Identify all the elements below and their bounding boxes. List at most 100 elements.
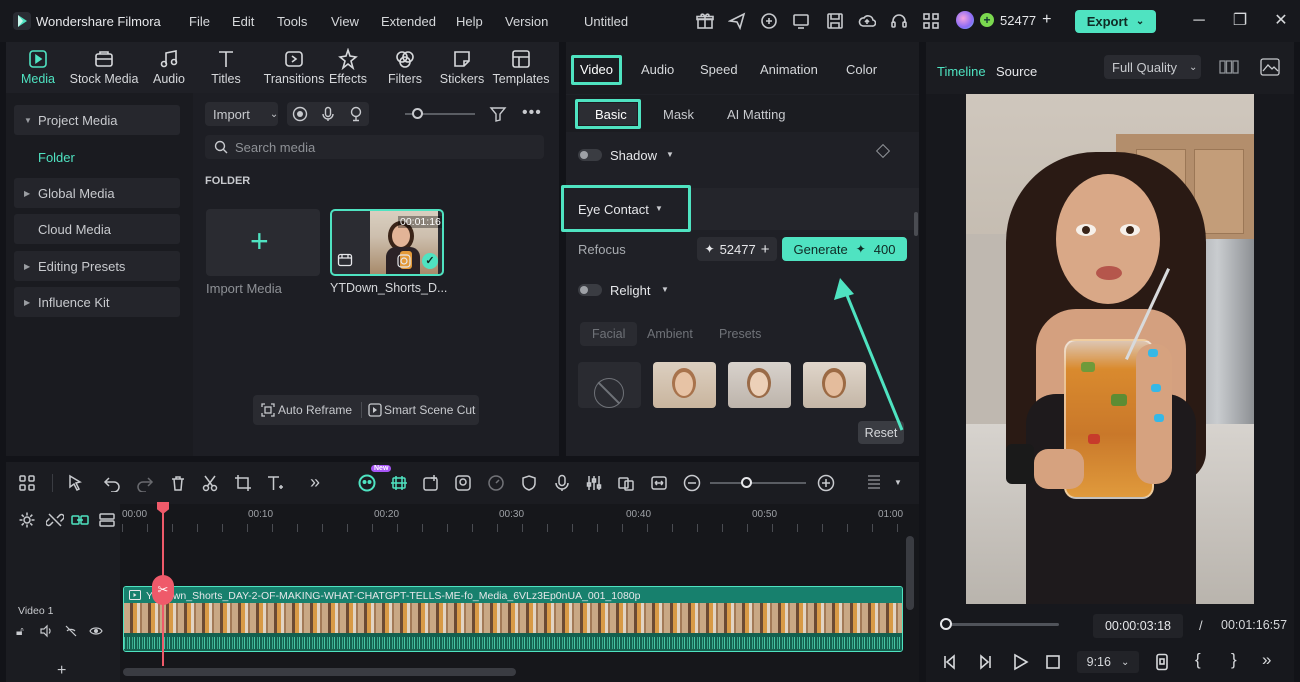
- subtab-ai-matting[interactable]: AI Matting: [727, 107, 786, 122]
- headset-icon[interactable]: [890, 12, 908, 30]
- tab-templates[interactable]: Templates: [484, 46, 558, 86]
- cloud-upload-icon[interactable]: [858, 12, 877, 30]
- scissors-icon[interactable]: ✂: [152, 575, 174, 605]
- add-track-icon[interactable]: +: [57, 662, 66, 680]
- search-media-input[interactable]: Search media: [205, 135, 544, 159]
- relight-chip-ambient[interactable]: Ambient: [635, 322, 705, 346]
- previous-frame-icon[interactable]: [941, 653, 959, 671]
- menu-version[interactable]: Version: [505, 14, 548, 29]
- auto-beat-icon[interactable]: [390, 474, 408, 492]
- current-time[interactable]: 00:00:03:18: [1093, 614, 1183, 638]
- slider-handle[interactable]: [412, 108, 423, 119]
- sidebar-item-editing-presets[interactable]: ▶ Editing Presets: [14, 251, 180, 281]
- shadow-toggle[interactable]: [578, 149, 602, 161]
- subtab-mask[interactable]: Mask: [663, 107, 694, 122]
- hide-track-icon[interactable]: [64, 624, 78, 638]
- zoom-slider-handle[interactable]: [741, 477, 752, 488]
- import-dropdown[interactable]: Import ⌄: [205, 102, 278, 126]
- timeline-vertical-scrollbar[interactable]: [906, 536, 914, 610]
- fit-timeline-icon[interactable]: [650, 474, 668, 492]
- shield-icon[interactable]: [520, 474, 538, 492]
- auto-reframe-button[interactable]: Auto Reframe: [278, 403, 352, 417]
- sidebar-item-project-media[interactable]: ▼ Project Media: [14, 105, 180, 135]
- sidebar-item-global-media[interactable]: ▶ Global Media: [14, 178, 180, 208]
- tab-video[interactable]: Video: [580, 62, 613, 77]
- text-add-icon[interactable]: [266, 474, 284, 492]
- aspect-ratio-select[interactable]: 9:16 ⌄: [1077, 651, 1139, 673]
- add-credits-icon[interactable]: +: [1042, 11, 1051, 29]
- tab-media[interactable]: Media: [3, 46, 73, 86]
- delete-icon[interactable]: [169, 474, 187, 492]
- lock-icon[interactable]: 🔓︎: [16, 624, 24, 639]
- filter-funnel-icon[interactable]: [489, 105, 507, 123]
- relight-chip-presets[interactable]: Presets: [707, 322, 773, 346]
- timeline-horizontal-scrollbar[interactable]: [123, 668, 516, 676]
- image-snapshot-icon[interactable]: [1260, 58, 1280, 76]
- layout-grid-icon[interactable]: [18, 474, 36, 492]
- split-add-icon[interactable]: [422, 474, 440, 492]
- tab-stock-media[interactable]: Stock Media: [68, 46, 140, 86]
- mark-out-icon[interactable]: }: [1231, 650, 1237, 670]
- caret-down-icon[interactable]: ▼: [655, 204, 663, 213]
- menu-tools[interactable]: Tools: [277, 14, 307, 29]
- video-clip-track[interactable]: YTDown_Shorts_DAY-2-OF-MAKING-WHAT-CHATG…: [123, 586, 903, 652]
- media-clip-tile[interactable]: 00:01:16 ✓: [330, 209, 444, 276]
- track-manager-icon[interactable]: [98, 511, 116, 529]
- redo-icon[interactable]: [136, 474, 154, 493]
- refocus-credits-pill[interactable]: ✦ 52477 +: [697, 237, 777, 261]
- relight-preset-none[interactable]: [578, 362, 641, 408]
- panel-scrollbar[interactable]: [914, 212, 918, 236]
- next-frame-icon[interactable]: [976, 653, 994, 671]
- close-icon[interactable]: ✕: [1272, 12, 1290, 30]
- caret-down-icon[interactable]: ▼: [666, 150, 674, 159]
- record-voice-icon[interactable]: [553, 474, 571, 492]
- progress-handle[interactable]: [939, 618, 952, 630]
- ai-face-icon[interactable]: [358, 474, 376, 492]
- apps-grid-icon[interactable]: [922, 12, 940, 30]
- more-tools-icon[interactable]: »: [310, 472, 320, 493]
- scissors-icon[interactable]: [201, 474, 219, 492]
- sidebar-item-influence-kit[interactable]: ▶ Influence Kit: [14, 287, 180, 317]
- cloud-sync-icon[interactable]: [760, 12, 778, 30]
- tab-audio-props[interactable]: Audio: [641, 62, 674, 77]
- more-options-icon[interactable]: •••: [522, 104, 542, 122]
- caret-down-icon[interactable]: ▼: [894, 478, 902, 487]
- menu-help[interactable]: Help: [456, 14, 483, 29]
- voiceover-icon[interactable]: [348, 106, 364, 122]
- tab-timeline-player[interactable]: Timeline: [937, 64, 986, 79]
- gift-icon[interactable]: [696, 12, 714, 30]
- record-screen-icon[interactable]: [292, 106, 308, 122]
- restore-icon[interactable]: ❐: [1231, 12, 1249, 30]
- relight-preset-1[interactable]: [653, 362, 716, 408]
- sidebar-item-folder[interactable]: Folder: [38, 150, 75, 165]
- tab-source[interactable]: Source: [996, 64, 1037, 79]
- playback-progress-bar[interactable]: [940, 623, 1059, 626]
- select-pointer-icon[interactable]: [67, 474, 85, 492]
- track-layout-icon[interactable]: [865, 474, 883, 492]
- caret-down-icon[interactable]: ▼: [661, 285, 669, 294]
- speed-icon[interactable]: [487, 474, 505, 492]
- volume-icon[interactable]: [39, 624, 53, 638]
- phone-preview-icon[interactable]: [1153, 653, 1171, 671]
- tab-speed[interactable]: Speed: [700, 62, 738, 77]
- zoom-slider[interactable]: [710, 482, 806, 484]
- subtab-basic[interactable]: Basic: [595, 107, 627, 122]
- microphone-icon[interactable]: [320, 106, 336, 122]
- avatar[interactable]: [956, 11, 974, 29]
- mark-in-icon[interactable]: {: [1195, 650, 1201, 670]
- menu-file[interactable]: File: [189, 14, 210, 29]
- menu-edit[interactable]: Edit: [232, 14, 254, 29]
- replace-clip-icon[interactable]: [617, 474, 635, 492]
- minimize-icon[interactable]: ─: [1190, 12, 1208, 30]
- send-icon[interactable]: [727, 12, 746, 31]
- video-preview[interactable]: [966, 94, 1254, 604]
- stop-icon[interactable]: [1044, 653, 1062, 671]
- settings-gear-icon[interactable]: [18, 511, 36, 529]
- tab-color[interactable]: Color: [846, 62, 877, 77]
- save-icon[interactable]: [826, 12, 844, 30]
- undo-icon[interactable]: [103, 474, 121, 493]
- sidebar-item-cloud-media[interactable]: Cloud Media: [14, 214, 180, 244]
- menu-extended[interactable]: Extended: [381, 14, 436, 29]
- relight-preset-2[interactable]: [728, 362, 791, 408]
- generate-button[interactable]: Generate ✦ 400: [782, 237, 907, 261]
